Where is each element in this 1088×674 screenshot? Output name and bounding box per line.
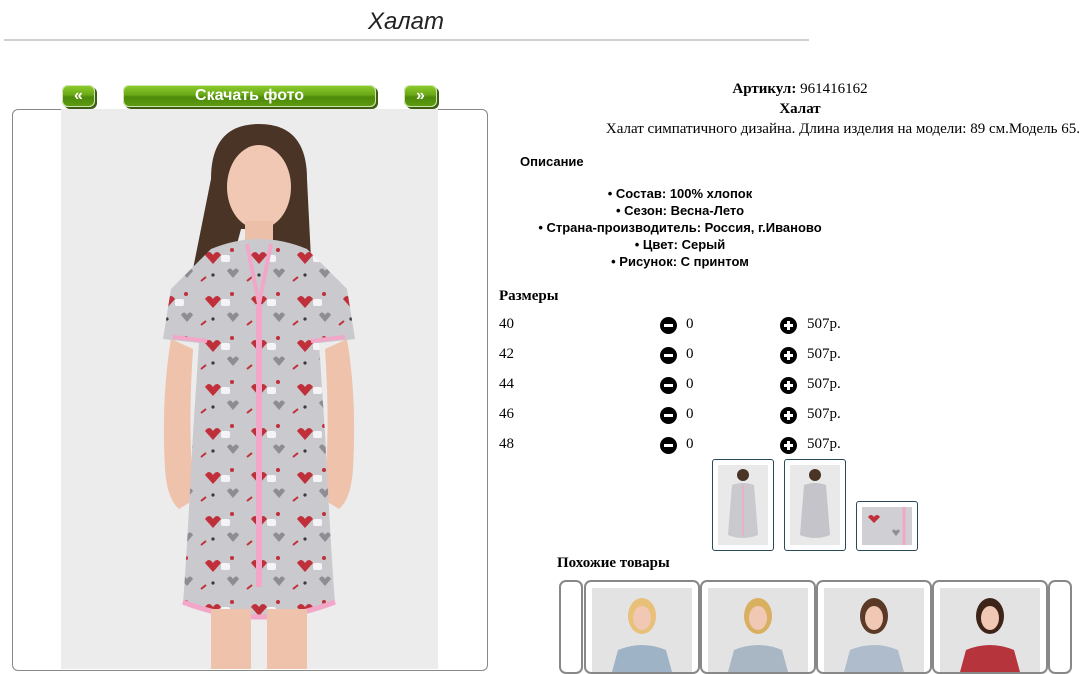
sku-value: 961416162 — [800, 81, 868, 97]
size-row: 40 0 507р. — [499, 312, 1059, 336]
size-price: 507р. — [807, 406, 841, 422]
similar-products-heading: Похожие товары — [557, 555, 670, 571]
increase-quantity-icon[interactable] — [780, 377, 797, 394]
similar-prev-card[interactable] — [559, 580, 583, 674]
thumbnail-back-image — [790, 465, 840, 545]
quantity-value: 0 — [686, 436, 694, 452]
thumbnail-detail-image — [862, 507, 912, 545]
thumbnail-front-image — [718, 465, 768, 545]
quantity-value: 0 — [686, 316, 694, 332]
increase-quantity-icon[interactable] — [780, 347, 797, 364]
size-label: 42 — [499, 346, 514, 362]
thumbnail-front[interactable] — [712, 459, 774, 551]
increase-quantity-icon[interactable] — [780, 437, 797, 454]
similar-product-image — [940, 588, 1040, 672]
size-label: 40 — [499, 316, 514, 332]
size-row: 42 0 507р. — [499, 342, 1059, 366]
quantity-value: 0 — [686, 376, 694, 392]
thumbnail-back[interactable] — [784, 459, 846, 551]
similar-product-image — [708, 588, 808, 672]
feature-list: • Состав: 100% хлопок • Сезон: Весна-Лет… — [500, 185, 860, 270]
similar-product-card[interactable] — [584, 580, 700, 674]
prev-photo-button[interactable]: « — [62, 85, 95, 107]
similar-next-card[interactable] — [1048, 580, 1072, 674]
size-price: 507р. — [807, 376, 841, 392]
decrease-quantity-icon[interactable] — [660, 347, 677, 364]
size-label: 48 — [499, 436, 514, 452]
sku-label: Артикул: — [732, 81, 797, 97]
feature-item: • Цвет: Серый — [634, 237, 726, 252]
size-row: 46 0 507р. — [499, 402, 1059, 426]
feature-item: • Состав: 100% хлопок — [607, 186, 753, 201]
decrease-quantity-icon[interactable] — [660, 437, 677, 454]
similar-product-card[interactable] — [932, 580, 1048, 674]
similar-product-card[interactable] — [700, 580, 816, 674]
page-title: Халат — [368, 8, 444, 35]
download-photo-button[interactable]: Скачать фото — [123, 85, 376, 107]
thumbnail-detail[interactable] — [856, 501, 918, 551]
similar-product-card[interactable] — [816, 580, 932, 674]
increase-quantity-icon[interactable] — [780, 407, 797, 424]
quantity-value: 0 — [686, 346, 694, 362]
product-photo[interactable] — [61, 109, 438, 669]
size-row: 44 0 507р. — [499, 372, 1059, 396]
size-price: 507р. — [807, 346, 841, 362]
feature-item: • Сезон: Весна-Лето — [615, 203, 745, 218]
size-price: 507р. — [807, 436, 841, 452]
decrease-quantity-icon[interactable] — [660, 407, 677, 424]
title-divider — [4, 39, 809, 41]
increase-quantity-icon[interactable] — [780, 317, 797, 334]
product-sku: Артикул: 961416162 — [520, 81, 1080, 98]
sizes-heading: Размеры — [499, 288, 559, 304]
quantity-value: 0 — [686, 406, 694, 422]
product-description: Халат симпатичного дизайна. Длина издели… — [605, 121, 1080, 137]
model-in-robe-image — [61, 109, 438, 669]
feature-item: • Страна-производитель: Россия, г.Иванов… — [538, 220, 822, 235]
size-label: 44 — [499, 376, 514, 392]
decrease-quantity-icon[interactable] — [660, 377, 677, 394]
decrease-quantity-icon[interactable] — [660, 317, 677, 334]
next-photo-button[interactable]: » — [404, 85, 437, 107]
feature-item: • Рисунок: С принтом — [611, 254, 749, 269]
product-name: Халат — [779, 101, 821, 117]
similar-product-image — [592, 588, 692, 672]
size-label: 46 — [499, 406, 514, 422]
size-price: 507р. — [807, 316, 841, 332]
description-heading: Описание — [520, 154, 584, 169]
similar-product-image — [824, 588, 924, 672]
size-row: 48 0 507р. — [499, 432, 1059, 456]
